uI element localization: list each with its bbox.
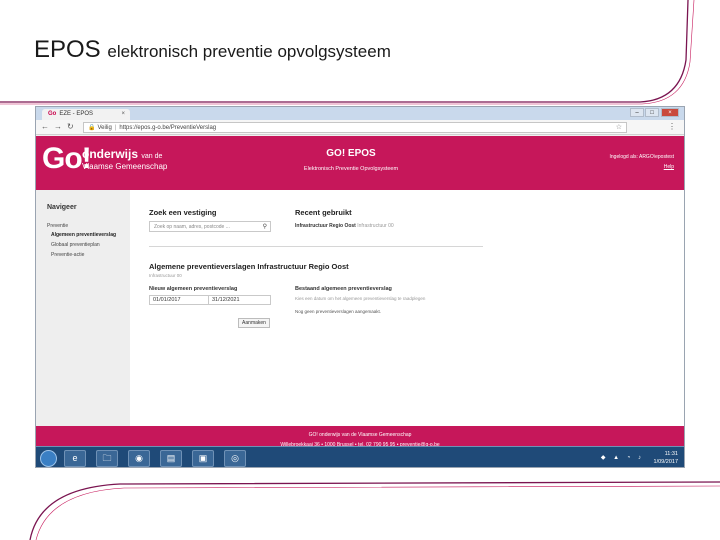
forward-arrow-icon[interactable]: → [54, 122, 62, 131]
web-page: Go! onderwijs van de Vlaamse Gemeenschap… [36, 136, 684, 456]
url-secure-label: Veilig [97, 125, 112, 131]
search-placeholder: Zoek op naam, adres, postcode ... [154, 224, 230, 230]
date-from-field[interactable]: 01/01/2017 [149, 295, 212, 305]
existing-report-label: Bestaand algemeen preventieverslag [295, 286, 392, 292]
create-report-button[interactable]: Aanmaken [238, 318, 270, 328]
search-icon[interactable]: ⚲ [263, 223, 267, 230]
logo-line2: Vlaamse Gemeenschap [82, 162, 168, 171]
browser-menu-icon[interactable]: ⋮ [668, 122, 676, 131]
search-heading: Zoek een vestiging [149, 208, 217, 217]
taskbar-chrome-icon[interactable]: ◉ [128, 450, 150, 467]
start-button[interactable] [40, 450, 57, 467]
login-status: Ingelogd als: ARGO\epostest [609, 154, 674, 160]
site-subtitle: Elektronisch Preventie Opvolgsysteem [303, 166, 399, 172]
logo-name: onderwijs [82, 147, 139, 161]
report-heading: Algemene preventieverslagen Infrastructu… [149, 262, 349, 271]
logo-text: onderwijs van de [82, 147, 162, 161]
taskbar-app4-icon[interactable]: ▤ [160, 450, 182, 467]
taskbar-app6-icon[interactable]: ◎ [224, 450, 246, 467]
taskbar-ie-icon[interactable]: e [64, 450, 86, 467]
browser-tab-label: EZE - EPOS [59, 111, 94, 117]
sidebar-item-globaal-preventieplan[interactable]: Globaal preventieplan [51, 242, 100, 248]
date-to-field[interactable]: 31/12/2021 [208, 295, 271, 305]
back-arrow-icon[interactable]: ← [41, 122, 49, 131]
minimize-button[interactable]: – [630, 108, 644, 117]
taskbar-clock[interactable]: 11:31 1/09/2017 [654, 450, 678, 466]
taskbar-explorer-icon[interactable]: 🗀 [96, 450, 118, 467]
recent-heading: Recent gebruikt [295, 208, 352, 217]
browser-tabbar: Go EZE - EPOS × – □ × [36, 107, 684, 120]
report-subheading: Infrastructuur 00 [149, 273, 182, 278]
site-title: GO! EPOS [326, 148, 376, 159]
recent-item-code: Infrastructuur 00 [357, 223, 394, 229]
bookmark-star-icon[interactable]: ☆ [616, 123, 622, 131]
sidebar-item-preventie[interactable]: Preventie [47, 223, 68, 229]
slide: EPOS elektronisch preventie opvolgsystee… [0, 0, 720, 540]
go-favicon-icon: Go [48, 111, 57, 117]
address-bar: ← → ↻ 🔒 Veilig | https://epos.g-o.be/Preven… [36, 120, 684, 135]
search-input[interactable]: Zoek op naam, adres, postcode ... ⚲ [149, 221, 271, 232]
browser-tab[interactable]: Go EZE - EPOS × [42, 109, 130, 120]
divider [149, 246, 483, 247]
new-report-label: Nieuw algemeen preventieverslag [149, 286, 238, 292]
sidebar-item-algemeen-preventieverslag[interactable]: Algemeen preventieverslag [51, 232, 116, 238]
url-input[interactable]: 🔒 Veilig | https://epos.g-o.be/PreventieVer… [83, 122, 627, 133]
browser-window: Go EZE - EPOS × – □ × ← → ↻ 🔒 Veilig | https… [35, 106, 685, 468]
lock-icon: 🔒 [88, 125, 96, 131]
clock-date: 1/09/2017 [653, 459, 678, 465]
window-close-button[interactable]: × [661, 108, 679, 117]
system-tray[interactable]: ◆ ▲ ◔ ♪ [601, 454, 644, 461]
existing-report-hint: Kies een datum om het algemeen preventie… [295, 296, 426, 301]
reload-icon[interactable]: ↻ [67, 122, 74, 131]
footer-line1: GO! onderwijs van de Vlaamse Gemeenschap [308, 432, 412, 438]
sidebar-item-preventie-actie[interactable]: Preventie-actie [51, 252, 84, 258]
maximize-button[interactable]: □ [645, 108, 659, 117]
tab-close-icon[interactable]: × [121, 111, 125, 117]
clock-time: 11:31 [664, 451, 678, 457]
sidebar-title: Navigeer [47, 204, 77, 211]
help-link[interactable]: Help [664, 164, 674, 170]
logo-vande: van de [141, 153, 163, 160]
sidebar: Navigeer Preventie Algemeen preventiever… [36, 190, 130, 426]
recent-item-name: Infrastructuur Regio Oost [295, 223, 356, 229]
no-reports-text: Nog geen preventieverslagen aangemaakt. [295, 309, 382, 314]
site-header: Go! onderwijs van de Vlaamse Gemeenschap… [36, 136, 684, 190]
taskbar: e 🗀 ◉ ▤ ▣ ◎ ◆ ▲ ◔ ♪ 11:31 1/09/2017 [36, 446, 684, 467]
taskbar-app5-icon[interactable]: ▣ [192, 450, 214, 467]
url-text: https://epos.g-o.be/PreventieVerslag [119, 125, 217, 131]
recent-item[interactable]: Infrastructuur Regio Oost Infrastructuur… [295, 223, 394, 229]
